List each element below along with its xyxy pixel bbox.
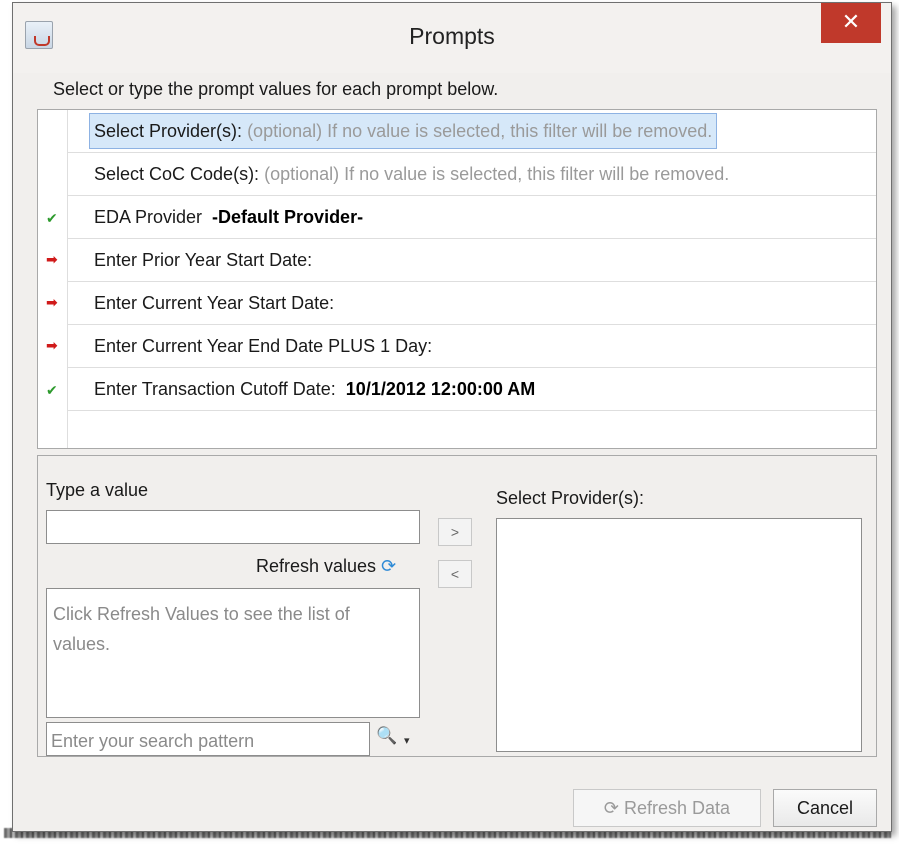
prompt-label: Enter Transaction Cutoff Date: [94, 379, 336, 399]
prompt-row-current-year-start-date[interactable]: Enter Current Year Start Date: [68, 282, 876, 325]
dialog-title: Prompts [409, 23, 495, 49]
prompt-row-select-coc-code[interactable]: Select CoC Code(s): (optional) If no val… [68, 153, 876, 196]
add-value-button[interactable]: > [438, 518, 472, 546]
search-pattern-placeholder: Enter your search pattern [51, 731, 255, 751]
close-button[interactable]: ✕ [821, 3, 881, 43]
cancel-button[interactable]: Cancel [773, 789, 877, 827]
prompt-hint: (optional) If no value is selected, this… [247, 121, 713, 141]
prompt-label: Enter Current Year Start Date: [94, 293, 335, 313]
prompt-label: Enter Current Year End Date PLUS 1 Day: [94, 336, 433, 356]
arrow-right-icon: ➡ [46, 294, 58, 310]
refresh-values-link[interactable]: Refresh values ⟳ [256, 556, 396, 577]
refresh-data-button[interactable]: ⟳ Refresh Data [573, 789, 761, 827]
prompt-row-current-year-end-date[interactable]: Enter Current Year End Date PLUS 1 Day: [68, 325, 876, 368]
chevron-down-icon[interactable]: ▾ [404, 734, 410, 747]
prompt-row-eda-provider[interactable]: EDA Provider -Default Provider- [68, 196, 876, 239]
binoculars-icon[interactable]: 🔍 [376, 726, 397, 746]
prompts-dialog: Prompts ✕ Select or type the prompt valu… [12, 2, 892, 832]
refresh-values-label: Refresh values [256, 556, 377, 576]
refresh-icon: ⟳ [603, 798, 619, 818]
value-selection-panel: Type a value Refresh values ⟳ Click Refr… [37, 455, 877, 757]
check-icon: ✔ [46, 210, 58, 226]
check-icon: ✔ [46, 382, 58, 398]
prompt-label: EDA Provider [94, 207, 203, 227]
prompt-row-prior-year-start-date[interactable]: Enter Prior Year Start Date: [68, 239, 876, 282]
prompt-label: Select Provider(s): [94, 121, 243, 141]
prompt-value: -Default Provider- [212, 207, 364, 227]
prompt-label: Enter Prior Year Start Date: [94, 250, 313, 270]
values-list-placeholder: Click Refresh Values to see the list of … [53, 604, 350, 654]
prompt-row-select-provider[interactable]: Select Provider(s): (optional) If no val… [68, 110, 876, 153]
instructions-text: Select or type the prompt values for eac… [53, 79, 499, 99]
type-value-label: Type a value [46, 480, 149, 500]
type-value-input[interactable] [46, 510, 420, 544]
refresh-icon: ⟳ [381, 556, 397, 576]
refresh-data-label: Refresh Data [624, 798, 731, 818]
available-values-list[interactable]: Click Refresh Values to see the list of … [46, 588, 420, 718]
prompt-list: Select Provider(s): (optional) If no val… [37, 109, 877, 449]
prompt-row-transaction-cutoff-date[interactable]: Enter Transaction Cutoff Date: 10/1/2012 … [68, 368, 876, 411]
prompt-value: 10/1/2012 12:00:00 AM [345, 379, 536, 399]
selected-values-label: Select Provider(s): [496, 488, 645, 508]
arrow-right-icon: ➡ [46, 251, 58, 267]
title-bar[interactable]: Prompts ✕ [13, 3, 891, 73]
remove-value-button[interactable]: < [438, 560, 472, 588]
prompt-label: Select CoC Code(s): [94, 164, 260, 184]
prompt-hint: (optional) If no value is selected, this… [264, 164, 730, 184]
arrow-right-icon: ➡ [46, 337, 58, 353]
search-pattern-input[interactable]: Enter your search pattern [46, 722, 370, 756]
selected-values-list[interactable] [496, 518, 862, 752]
